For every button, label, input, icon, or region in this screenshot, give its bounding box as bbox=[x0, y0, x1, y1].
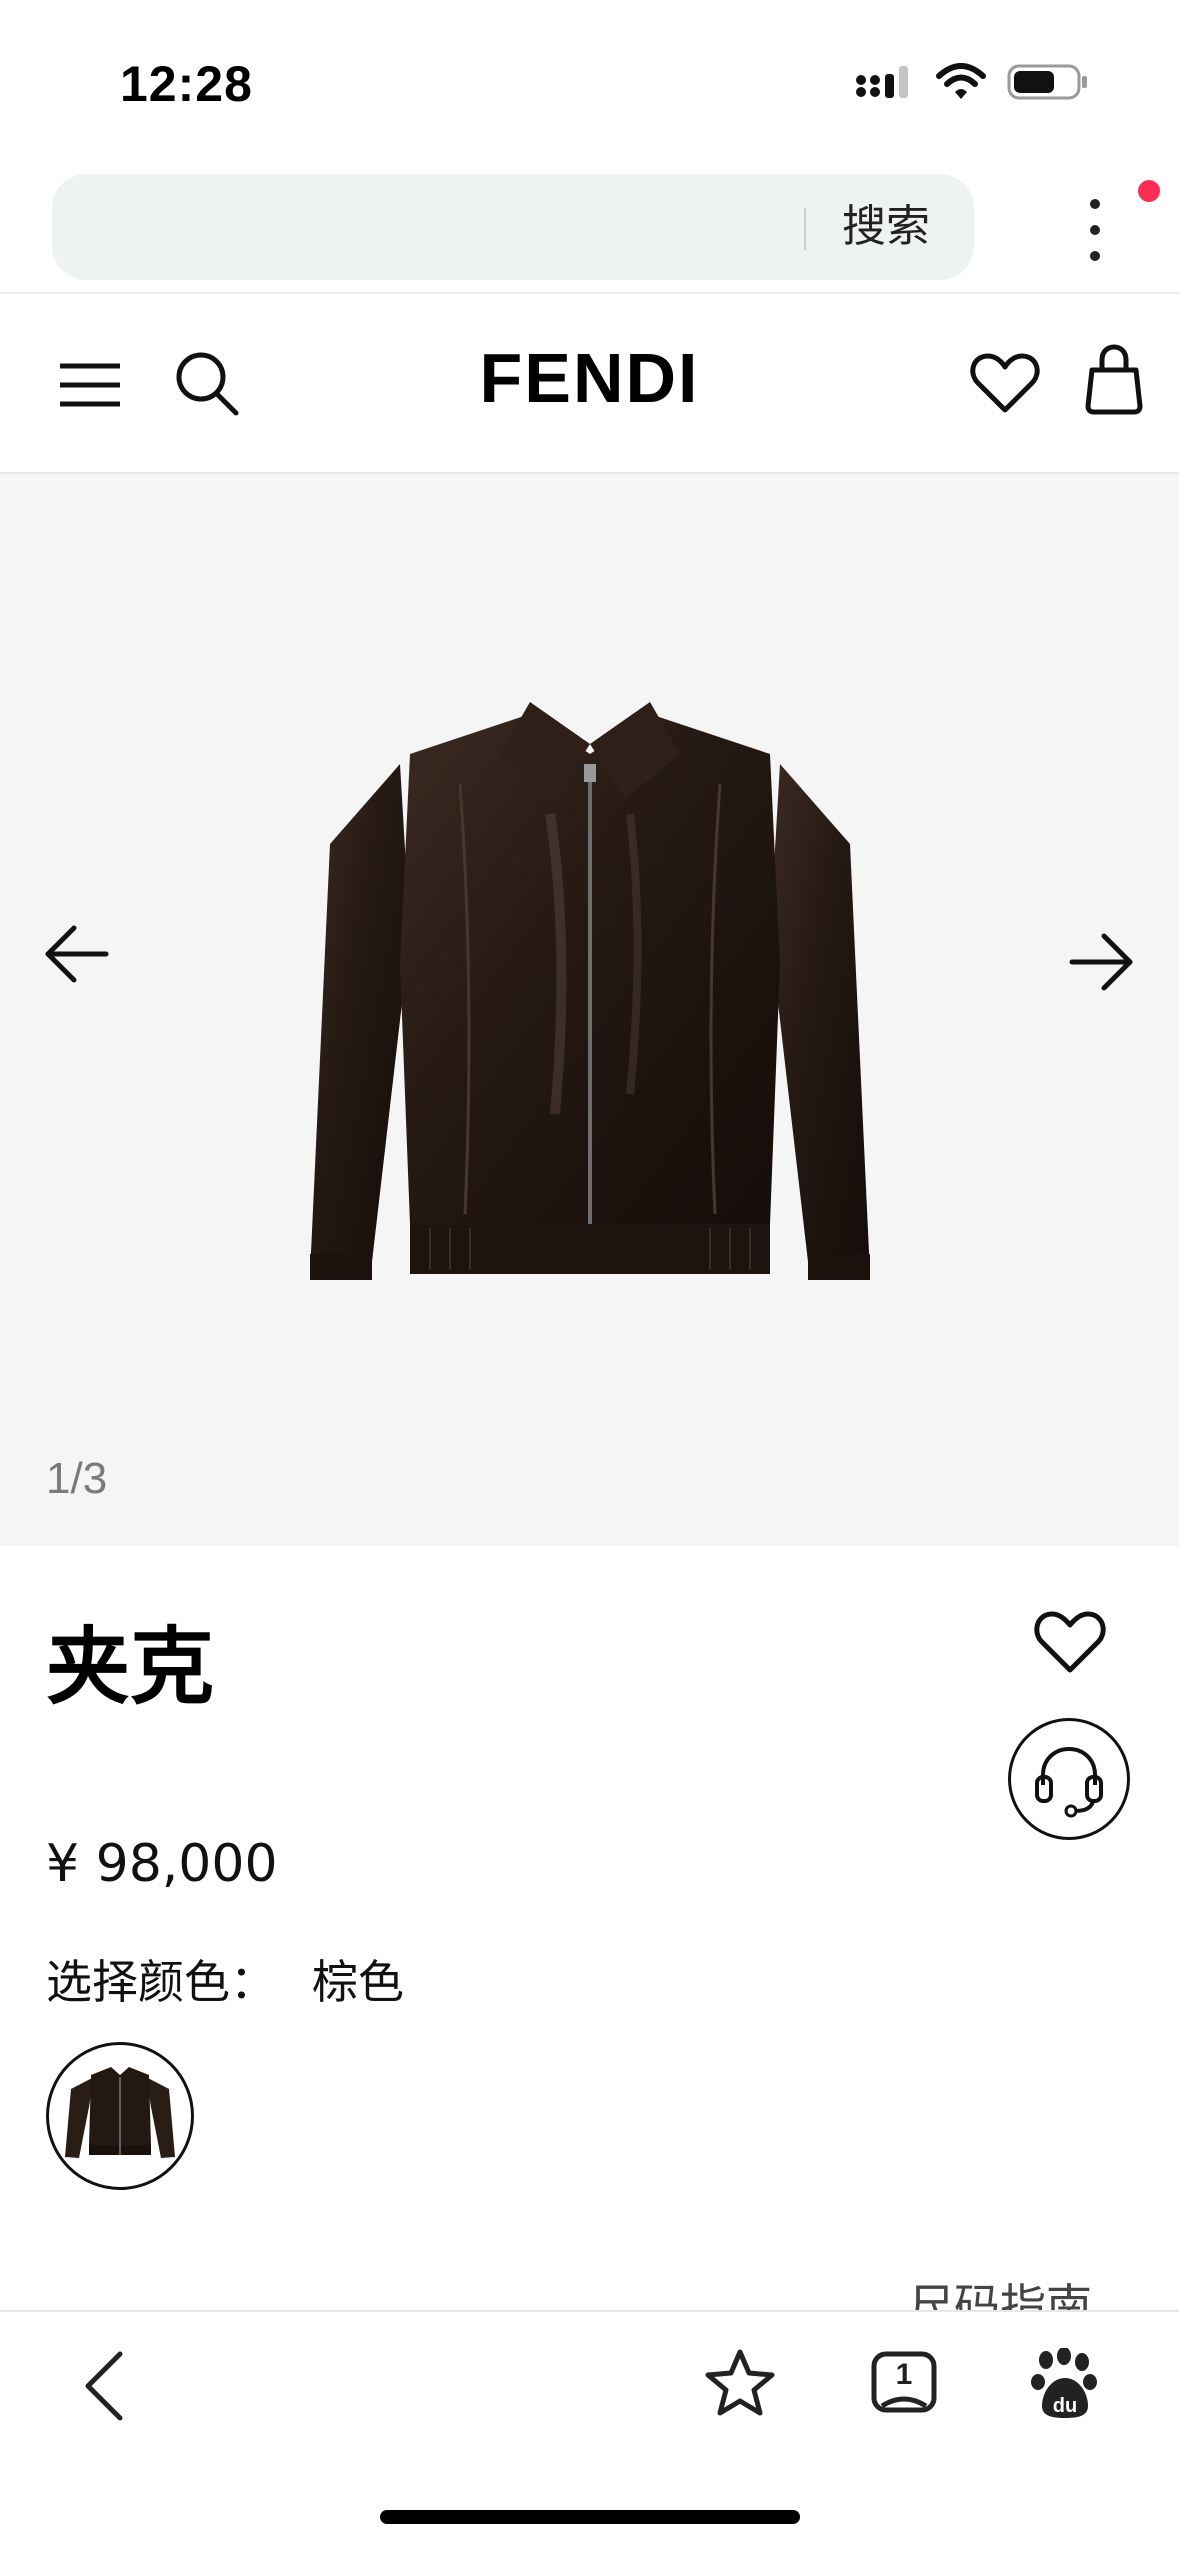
search-input[interactable]: 搜索 bbox=[52, 174, 974, 280]
favorite-heart-icon[interactable] bbox=[1030, 1600, 1110, 1680]
status-bar: 12:28 bbox=[0, 0, 1179, 160]
product-price: ¥ 98,000 bbox=[46, 1834, 278, 1894]
customer-service-button[interactable] bbox=[1008, 1718, 1130, 1840]
search-button[interactable]: 搜索 bbox=[842, 196, 930, 258]
color-value: 棕色 bbox=[312, 1955, 404, 2009]
clock: 12:28 bbox=[120, 56, 253, 112]
heart-icon[interactable] bbox=[970, 352, 1040, 414]
baidu-icon[interactable]: du bbox=[1030, 2348, 1100, 2420]
shopping-bag-icon[interactable] bbox=[1084, 344, 1144, 416]
color-swatch-brown[interactable] bbox=[46, 2042, 194, 2190]
color-selector: 选择颜色： 棕色 bbox=[46, 1946, 404, 2012]
tab-count: 1 bbox=[895, 2358, 913, 2391]
gallery-counter: 1/3 bbox=[46, 1454, 108, 1503]
arrow-right-icon[interactable] bbox=[1068, 932, 1134, 992]
back-icon[interactable] bbox=[80, 2348, 130, 2424]
product-image bbox=[310, 702, 870, 1280]
headset-icon bbox=[1035, 1746, 1103, 1818]
swatch-jacket-thumbnail bbox=[65, 2067, 175, 2158]
color-label: 选择颜色： bbox=[46, 1955, 276, 2009]
status-icons bbox=[855, 62, 1089, 102]
notification-dot bbox=[1138, 180, 1160, 202]
cellular-signal-icon bbox=[856, 66, 908, 98]
site-header: FENDI bbox=[0, 294, 1179, 472]
star-icon[interactable] bbox=[704, 2348, 776, 2418]
arrow-left-icon[interactable] bbox=[44, 924, 110, 984]
battery-icon bbox=[1007, 64, 1087, 100]
product-gallery[interactable]: 1/3 bbox=[0, 474, 1179, 1546]
search-divider bbox=[804, 208, 806, 250]
tabs-button[interactable]: 1 bbox=[868, 2348, 940, 2420]
more-options-icon[interactable] bbox=[1070, 190, 1120, 270]
wifi-icon bbox=[936, 63, 986, 99]
svg-text:du: du bbox=[1053, 2395, 1077, 2417]
browser-search-row: 搜索 bbox=[0, 160, 1179, 290]
product-title: 夹克 bbox=[46, 1618, 215, 1716]
home-indicator[interactable] bbox=[380, 2510, 800, 2524]
